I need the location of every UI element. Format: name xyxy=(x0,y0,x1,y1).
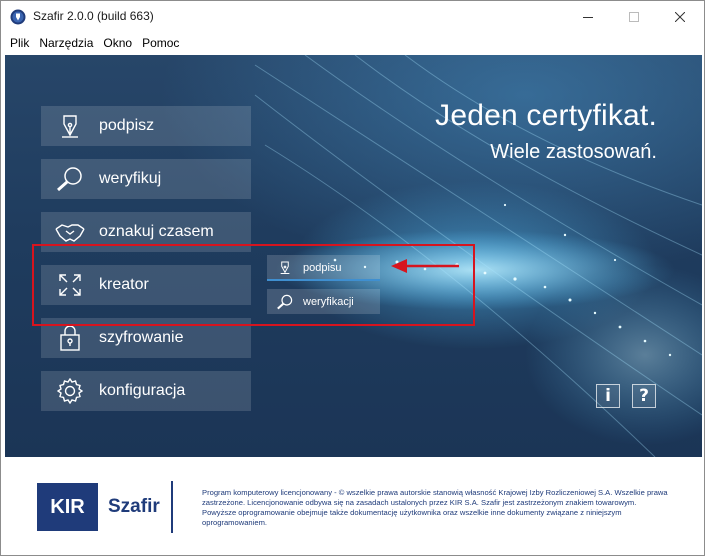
menu-okno[interactable]: Okno xyxy=(98,33,137,53)
slogan-headline: Jeden certyfikat. xyxy=(435,99,657,132)
close-icon xyxy=(675,12,685,22)
maximize-icon xyxy=(629,12,639,22)
menu-plik[interactable]: Plik xyxy=(5,33,34,53)
minimize-icon xyxy=(583,17,593,18)
main-panel: Jeden certyfikat. Wiele zastosowań. podp… xyxy=(5,55,702,457)
magnifier-icon xyxy=(41,159,99,199)
title-bar[interactable]: Szafir 2.0.0 (build 663) xyxy=(1,1,704,33)
nav-label: oznakuj czasem xyxy=(99,223,214,240)
nav-label: szyfrowanie xyxy=(99,329,184,346)
menu-pomoc[interactable]: Pomoc xyxy=(137,33,184,53)
menu-narzedzia[interactable]: Narzędzia xyxy=(34,33,98,53)
nav-button-konfiguracja[interactable]: konfiguracja xyxy=(41,371,251,411)
nav-label: weryfikuj xyxy=(99,170,162,187)
menu-bar: Plik Narzędzia Okno Pomoc xyxy=(1,33,704,53)
window-title: Szafir 2.0.0 (build 663) xyxy=(33,9,154,23)
footer: KIR Szafir Program komputerowy licencjon… xyxy=(1,459,704,555)
maximize-button[interactable] xyxy=(611,1,657,33)
footer-divider xyxy=(171,481,173,533)
szafir-app-icon xyxy=(10,9,26,25)
minimize-button[interactable] xyxy=(565,1,611,33)
annotation-arrow xyxy=(391,259,459,273)
nav-label: podpisz xyxy=(99,117,155,134)
nav-button-podpisz[interactable]: podpisz xyxy=(41,106,251,146)
pen-nib-icon xyxy=(41,106,99,146)
close-button[interactable] xyxy=(657,1,703,33)
info-button[interactable]: i xyxy=(596,384,620,408)
help-button[interactable]: ? xyxy=(632,384,656,408)
nav-button-weryfikuj[interactable]: weryfikuj xyxy=(41,159,251,199)
nav-label: konfiguracja xyxy=(99,382,186,399)
szafir-brand: Szafir xyxy=(108,496,160,517)
slogan-subline: Wiele zastosowań. xyxy=(490,141,657,163)
app-window: Szafir 2.0.0 (build 663) Plik Narzędzia … xyxy=(0,0,705,556)
legal-notice: Program komputerowy licencjonowany - © w… xyxy=(202,488,668,527)
gear-icon xyxy=(41,371,99,411)
kir-logo: KIR xyxy=(37,483,98,531)
